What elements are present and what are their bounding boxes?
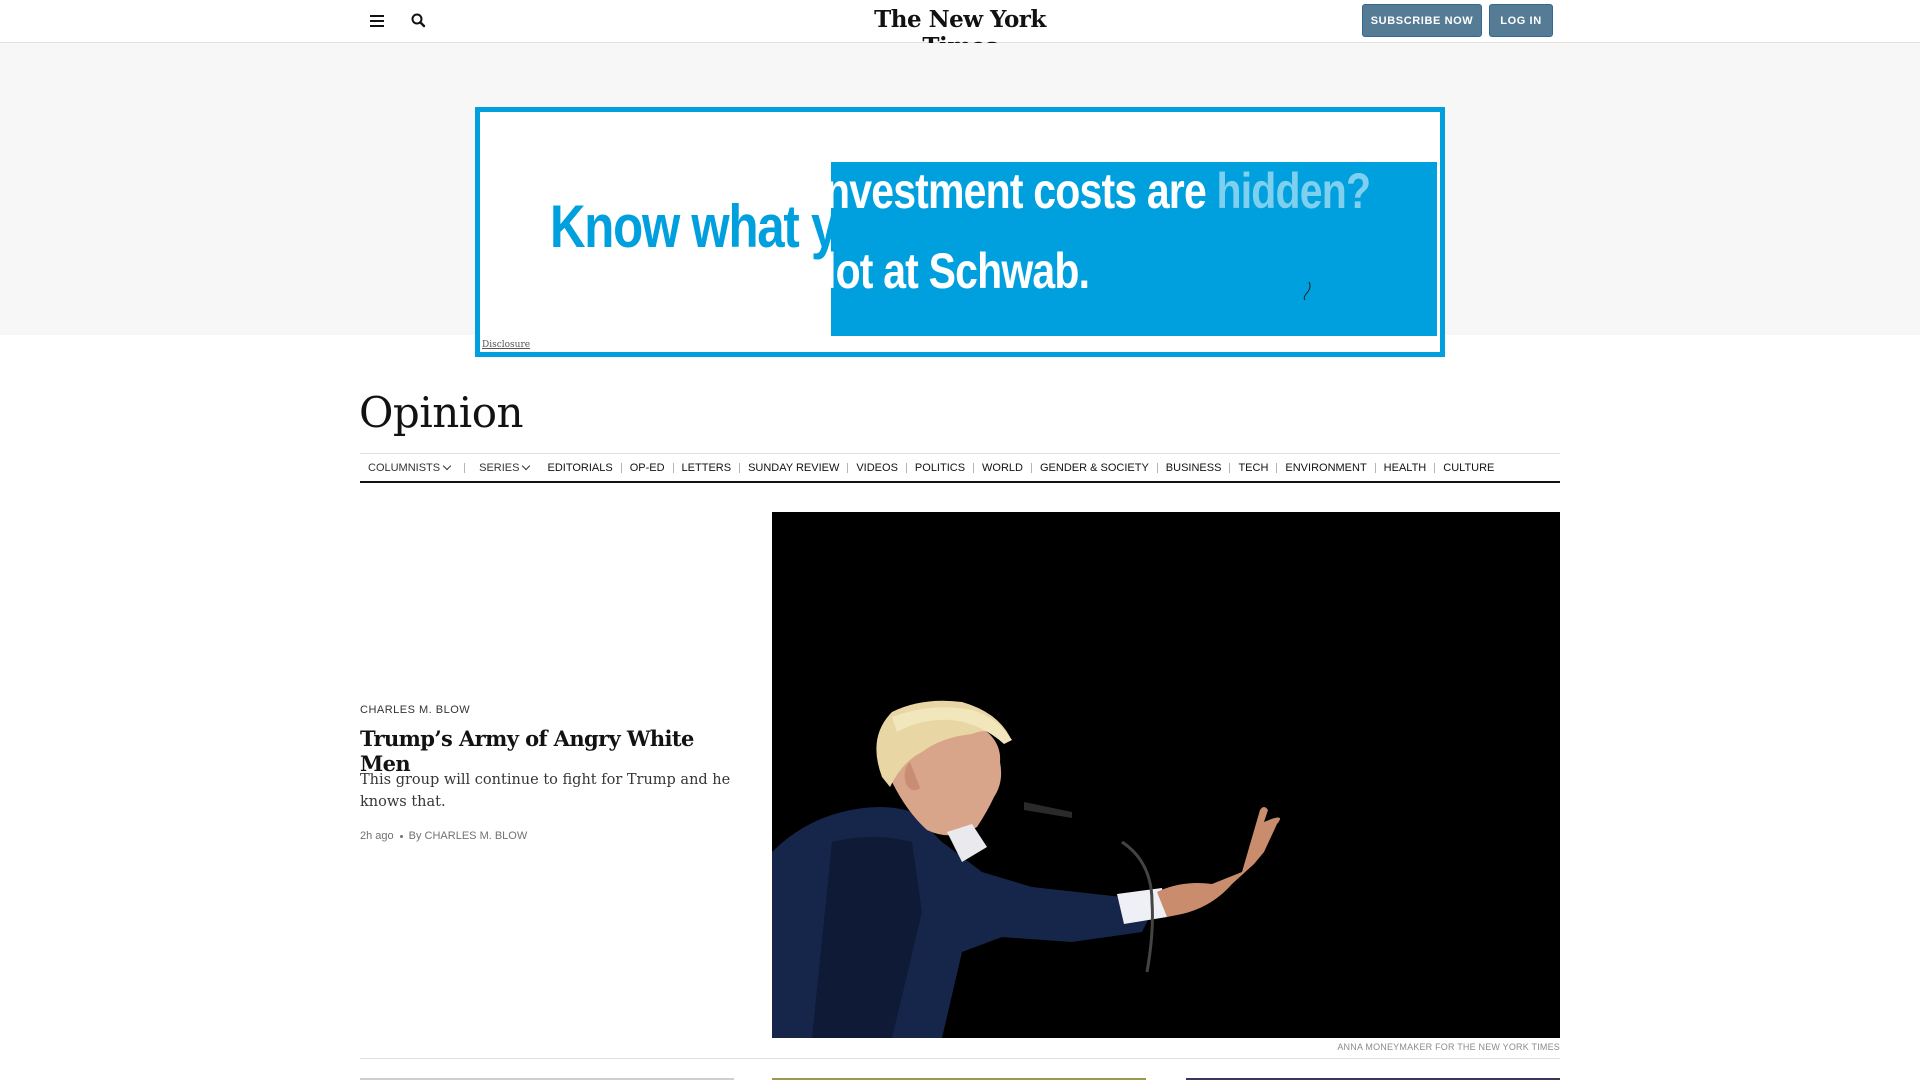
nav-item-world[interactable]: WORLD bbox=[982, 462, 1023, 474]
ad-overlay-panel: nvestment costs are hidden? lot at Schwa… bbox=[831, 162, 1437, 336]
hamburger-menu-icon[interactable] bbox=[366, 10, 388, 32]
lead-photo[interactable] bbox=[772, 512, 1560, 1038]
photo-credit: ANNA MONEYMAKER FOR THE NEW YORK TIMES bbox=[1337, 1042, 1560, 1052]
ad-overlay-line1: nvestment costs are hidden? bbox=[831, 162, 1371, 220]
lead-photo-illustration bbox=[772, 512, 1560, 1038]
nav-item-videos[interactable]: VIDEOS bbox=[856, 462, 898, 474]
meta-separator bbox=[399, 834, 403, 838]
chevron-down-icon bbox=[522, 461, 531, 470]
nav-divider bbox=[672, 462, 674, 473]
story-meta: 2h ago By CHARLES M. BLOW bbox=[360, 830, 527, 842]
nav-item-editorials[interactable]: EDITORIALS bbox=[547, 462, 612, 474]
section-title[interactable]: Opinion bbox=[359, 388, 524, 437]
story-kicker[interactable]: CHARLES M. BLOW bbox=[360, 704, 470, 716]
login-button[interactable]: LOG IN bbox=[1489, 4, 1553, 37]
section-divider bbox=[360, 1058, 1560, 1059]
nav-item-politics[interactable]: POLITICS bbox=[915, 462, 965, 474]
nav-divider bbox=[1031, 462, 1032, 473]
nav-columnists-label: COLUMNISTS bbox=[368, 461, 441, 474]
nav-item-sunday-review[interactable]: SUNDAY REVIEW bbox=[748, 462, 839, 474]
nav-item-gender-society[interactable]: GENDER & SOCIETY bbox=[1040, 462, 1149, 474]
advertisement-banner[interactable]: Know what y nvestment costs are hidden? … bbox=[475, 107, 1445, 357]
subscribe-button[interactable]: SUBSCRIBE NOW bbox=[1362, 4, 1482, 37]
nav-item-health[interactable]: HEALTH bbox=[1384, 462, 1427, 474]
nav-divider bbox=[1229, 462, 1231, 473]
nav-divider bbox=[905, 462, 907, 473]
nav-item-op-ed[interactable]: OP-ED bbox=[630, 462, 665, 474]
nav-divider bbox=[620, 462, 622, 473]
ad-squiggle-mark bbox=[1303, 281, 1311, 301]
ad-overlay-line2: lot at Schwab. bbox=[831, 243, 1090, 299]
nav-divider bbox=[1374, 462, 1376, 473]
top-bar: The New York Times SUBSCRIBE NOW LOG IN bbox=[0, 0, 1920, 60]
ad-disclosure-link[interactable]: Disclosure bbox=[482, 340, 530, 350]
nav-divider bbox=[739, 462, 741, 473]
nav-item-business[interactable]: BUSINESS bbox=[1166, 462, 1222, 474]
nav-divider bbox=[1434, 462, 1436, 473]
story-byline: By CHARLES M. BLOW bbox=[408, 830, 528, 842]
nav-item-culture[interactable]: CULTURE bbox=[1443, 462, 1494, 474]
nav-columnists[interactable]: COLUMNISTS bbox=[368, 461, 452, 474]
ad-region: Know what y nvestment costs are hidden? … bbox=[0, 43, 1920, 357]
nav-item-letters[interactable]: LETTERS bbox=[682, 462, 732, 474]
nav-divider bbox=[464, 462, 466, 473]
ad-headline: Know what y bbox=[550, 193, 838, 260]
ad-overlay-line1-faded: hidden? bbox=[1216, 163, 1371, 219]
nav-series-label: SERIES bbox=[479, 461, 520, 474]
story-summary[interactable]: This group will continue to fight for Tr… bbox=[360, 769, 740, 813]
nav-divider bbox=[847, 462, 849, 473]
nav-item-tech[interactable]: TECH bbox=[1238, 462, 1268, 474]
ad-overlay-line1-main: nvestment costs are bbox=[831, 163, 1217, 219]
story-timestamp: 2h ago bbox=[360, 830, 394, 842]
nav-series[interactable]: SERIES bbox=[479, 461, 531, 474]
chevron-down-icon bbox=[442, 461, 452, 470]
search-icon[interactable] bbox=[408, 10, 430, 32]
nav-divider bbox=[973, 462, 975, 473]
nav-divider bbox=[1156, 462, 1158, 473]
nav-divider bbox=[1276, 462, 1278, 473]
section-nav: COLUMNISTS SERIES EDITORIALS OP-ED LETTE… bbox=[360, 453, 1560, 483]
nav-item-environment[interactable]: ENVIRONMENT bbox=[1285, 462, 1366, 474]
